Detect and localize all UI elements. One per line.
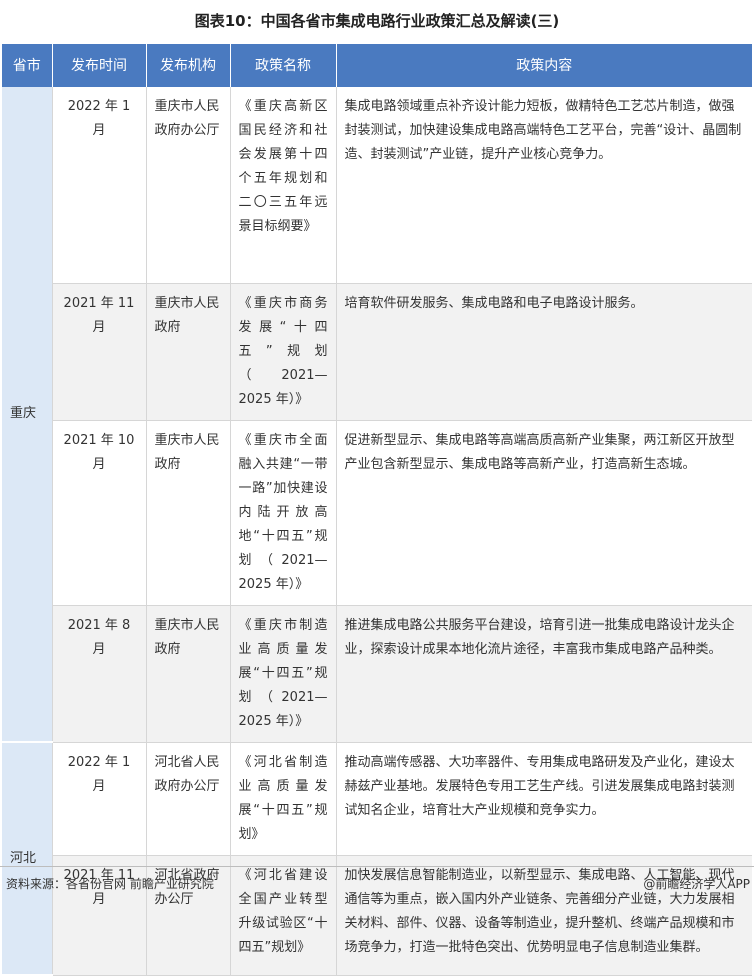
- province-cell: 河北: [2, 742, 53, 976]
- time-cell: 2022 年 1 月: [52, 742, 147, 856]
- policy-content-cell: 推进集成电路公共服务平台建设，培育引进一批集成电路设计龙头企业，探索设计成果本地…: [336, 605, 752, 743]
- agency-cell: 重庆市人民政府: [146, 420, 231, 606]
- policy-content-cell: 培育软件研发服务、集成电路和电子电路设计服务。: [336, 283, 752, 421]
- province-cell: 重庆: [2, 87, 53, 743]
- header-province: 省市: [2, 44, 53, 87]
- source-note: 资料来源：各省份官网 前瞻产业研究院: [6, 877, 214, 891]
- footer: 资料来源：各省份官网 前瞻产业研究院 @前瞻经济学人APP: [0, 866, 754, 897]
- time-cell: 2022 年 1 月: [52, 87, 147, 284]
- table-row: 重庆 2022 年 1 月 重庆市人民政府办公厅 《重庆高新区国民经济和社会发展…: [2, 87, 752, 743]
- brand-label: @前瞻经济学人APP: [643, 877, 750, 891]
- policy-name-cell: 《重庆市全面融入共建“一带一路”加快建设内陆开放高地“十四五”规划（2021—2…: [230, 420, 337, 606]
- agency-cell: 重庆市人民政府办公厅: [146, 87, 231, 284]
- header-agency: 发布机构: [146, 44, 231, 87]
- time-cell: 2021 年 8 月: [52, 605, 147, 743]
- header-policy-name: 政策名称: [230, 44, 337, 87]
- policy-name-cell: 《重庆市商务发展“十四五”规划（2021—2025 年）》: [230, 283, 337, 421]
- policy-name-cell: 《河北省制造业高质量发展“十四五”规划》: [230, 742, 337, 856]
- policy-content-cell: 推动高端传感器、大功率器件、专用集成电路研发及产业化，建设太赫兹产业基地。发展特…: [336, 742, 752, 856]
- policy-content-cell: 集成电路领域重点补齐设计能力短板，做精特色工艺芯片制造，做强封装测试，加快建设集…: [336, 87, 752, 284]
- agency-cell: 重庆市人民政府: [146, 605, 231, 743]
- agency-cell: 河北省人民政府办公厅: [146, 742, 231, 856]
- agency-cell: 重庆市人民政府: [146, 283, 231, 421]
- time-cell: 2021 年 10 月: [52, 420, 147, 606]
- table-row: 2021 年 11 月 重庆市人民政府 《重庆市商务发展“十四五”规划（2021…: [2, 283, 752, 421]
- policy-content-cell: 促进新型显示、集成电路等高端高质高新产业集聚，两江新区开放型产业包含新型显示、集…: [336, 420, 752, 606]
- header-row: 省市 发布时间 发布机构 政策名称 政策内容: [2, 44, 752, 87]
- policy-name-cell: 《重庆高新区国民经济和社会发展第十四个五年规划和二〇三五年远景目标纲要》: [230, 87, 337, 284]
- table-row: 河北 2022 年 1 月 河北省人民政府办公厅 《河北省制造业高质量发展“十四…: [2, 742, 752, 976]
- table-row: 2021 年 8 月 重庆市人民政府 《重庆市制造业高质量发展“十四五”规划（2…: [2, 605, 752, 743]
- header-time: 发布时间: [52, 44, 147, 87]
- table-row: 2021 年 10 月 重庆市人民政府 《重庆市全面融入共建“一带一路”加快建设…: [2, 420, 752, 606]
- time-cell: 2021 年 11 月: [52, 283, 147, 421]
- policy-table: 省市 发布时间 发布机构 政策名称 政策内容 重庆 2022 年 1 月 重庆市…: [2, 44, 752, 976]
- header-policy-content: 政策内容: [336, 44, 752, 87]
- policy-name-cell: 《重庆市制造业高质量发展“十四五”规划（2021—2025 年）》: [230, 605, 337, 743]
- table-title: 图表10：中国各省市集成电路行业政策汇总及解读(三): [194, 12, 560, 30]
